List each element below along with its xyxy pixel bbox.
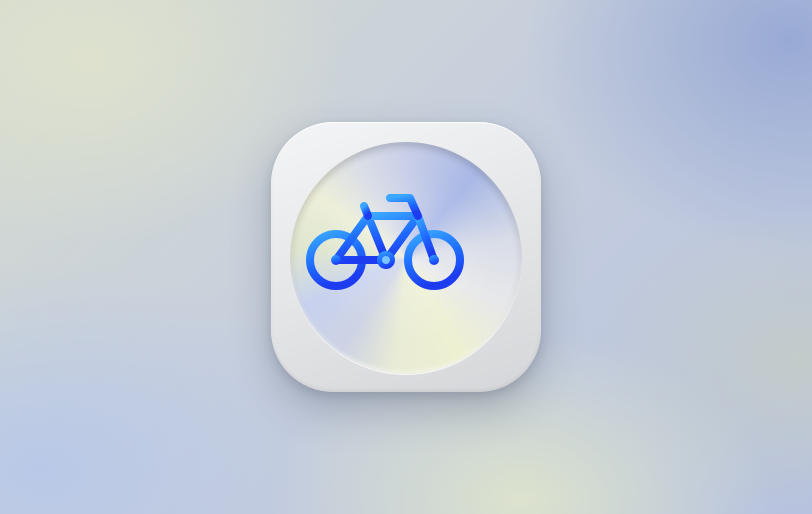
app-icon[interactable] [271,122,541,392]
bicycle-icon [306,194,464,290]
